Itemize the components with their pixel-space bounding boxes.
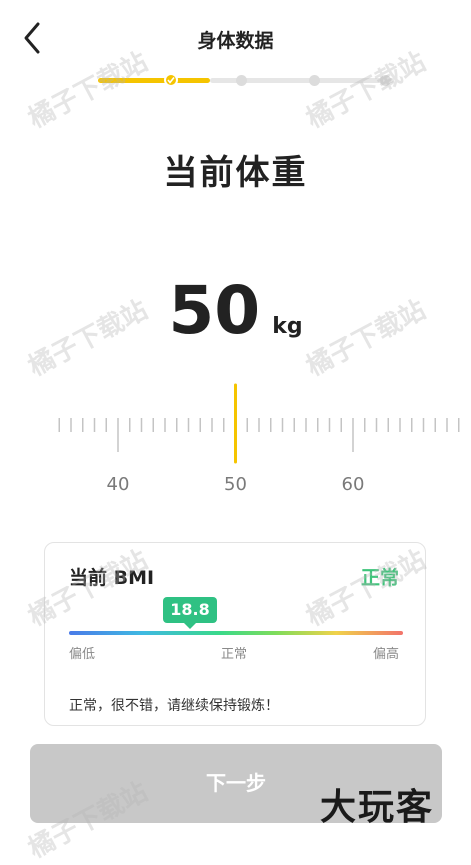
bmi-scale-high: 偏高 — [373, 647, 400, 662]
bmi-message: 正常，很不错，请继续保持锻炼！ — [69, 698, 279, 714]
step-dot-4 — [380, 75, 391, 86]
check-icon — [167, 77, 175, 84]
bmi-gradient-bar — [69, 631, 403, 635]
weight-readout: 50 kg — [0, 272, 471, 349]
weight-value: 50 — [168, 272, 261, 349]
ruler-label: 50 — [224, 474, 247, 495]
top-bar: 身体数据 — [0, 0, 471, 78]
bmi-status: 正常 — [360, 567, 399, 589]
main-heading: 当前体重 — [163, 153, 308, 193]
bmi-title: 当前 BMI — [69, 567, 155, 589]
bmi-value-badge: 18.8 — [163, 597, 217, 629]
weight-ruler-slider[interactable]: 40 50 60 — [0, 380, 471, 500]
bmi-scale-low: 偏低 — [69, 647, 96, 662]
step-dot-3 — [309, 75, 320, 86]
progress-stepper — [98, 70, 394, 90]
weight-unit: kg — [272, 314, 303, 339]
bmi-scale-normal: 正常 — [221, 647, 248, 662]
ruler-label: 60 — [342, 474, 365, 495]
corner-logo: 大玩客 — [320, 786, 435, 828]
step-line-done — [98, 78, 210, 83]
bmi-card: 当前 BMI 正常 18.8 偏低 正常 偏高 正常，很不错，请继续保持锻炼！ — [44, 542, 426, 726]
page-title: 身体数据 — [197, 30, 274, 52]
step-dot-2 — [236, 75, 247, 86]
ruler-label: 40 — [107, 474, 130, 495]
step-dot-1 — [164, 73, 178, 87]
